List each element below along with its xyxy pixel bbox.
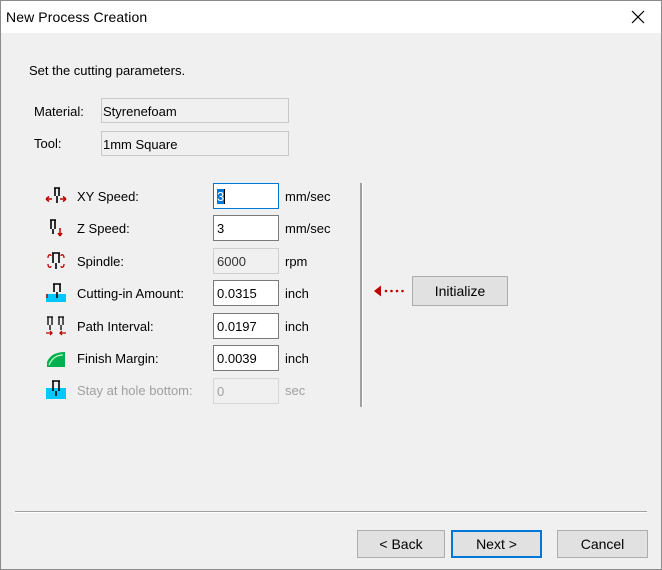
z-speed-value: 3 [217, 221, 225, 236]
hole-bottom-icon [46, 380, 66, 399]
spindle-value: 6000 [217, 254, 246, 269]
cancel-button[interactable]: Cancel [557, 530, 648, 558]
path-interval-unit: inch [285, 319, 309, 334]
hole-bottom-label: Stay at hole bottom: [77, 383, 193, 398]
path-interval-icon [46, 316, 66, 336]
finish-margin-unit: inch [285, 351, 309, 366]
z-speed-label: Z Speed: [77, 221, 130, 236]
tool-field: 1mm Square [101, 131, 289, 156]
title-bar[interactable]: New Process Creation [1, 1, 661, 33]
spindle-icon [47, 252, 65, 269]
material-value: Styrenefoam [103, 104, 177, 119]
spindle-field: 6000 [213, 248, 279, 274]
next-button[interactable]: Next > [451, 530, 542, 558]
cutting-in-unit: inch [285, 286, 309, 301]
next-label: Next > [476, 536, 517, 552]
dialog-body: Set the cutting parameters. Material: St… [1, 33, 661, 569]
xy-speed-icon [45, 187, 67, 203]
cutting-in-input[interactable]: 0.0315 [213, 280, 279, 306]
vertical-divider [360, 183, 363, 407]
close-button[interactable] [615, 1, 661, 33]
z-speed-unit: mm/sec [285, 221, 331, 236]
cutting-in-value: 0.0315 [217, 286, 257, 301]
xy-speed-unit: mm/sec [285, 189, 331, 204]
z-speed-input[interactable]: 3 [213, 215, 279, 241]
hole-bottom-unit: sec [285, 383, 306, 398]
horizontal-divider [15, 511, 647, 513]
tool-value: 1mm Square [103, 137, 178, 152]
spindle-label: Spindle: [77, 254, 124, 269]
cutting-in-icon [46, 283, 66, 302]
hole-bottom-input: 0 [213, 378, 279, 404]
path-interval-input[interactable]: 0.0197 [213, 313, 279, 339]
cancel-label: Cancel [580, 536, 625, 552]
material-field: Styrenefoam [101, 98, 289, 123]
initialize-label: Initialize [434, 283, 486, 299]
finish-margin-label: Finish Margin: [77, 351, 159, 366]
path-interval-value: 0.0197 [217, 319, 257, 334]
xy-speed-input[interactable]: 3 [213, 183, 279, 209]
path-interval-label: Path Interval: [77, 319, 154, 334]
instructions-text: Set the cutting parameters. [29, 63, 186, 78]
tool-label: Tool: [34, 136, 62, 151]
cutting-in-label: Cutting-in Amount: [77, 286, 184, 301]
initialize-button[interactable]: Initialize [412, 276, 508, 306]
finish-margin-icon [47, 352, 65, 367]
back-button[interactable]: < Back [357, 530, 445, 558]
xy-speed-label: XY Speed: [77, 189, 139, 204]
hole-bottom-value: 0 [217, 384, 225, 399]
material-label: Material: [34, 104, 84, 119]
xy-speed-value: 3 [217, 189, 225, 204]
z-speed-icon [50, 219, 63, 237]
left-arrow-icon [374, 285, 404, 297]
close-icon [631, 10, 645, 24]
finish-margin-value: 0.0039 [217, 351, 257, 366]
spindle-unit: rpm [285, 254, 308, 269]
finish-margin-input[interactable]: 0.0039 [213, 345, 279, 371]
back-label: < Back [379, 536, 423, 552]
dialog-window: New Process Creation Set the cutting par… [0, 0, 662, 570]
window-title: New Process Creation [6, 9, 148, 25]
